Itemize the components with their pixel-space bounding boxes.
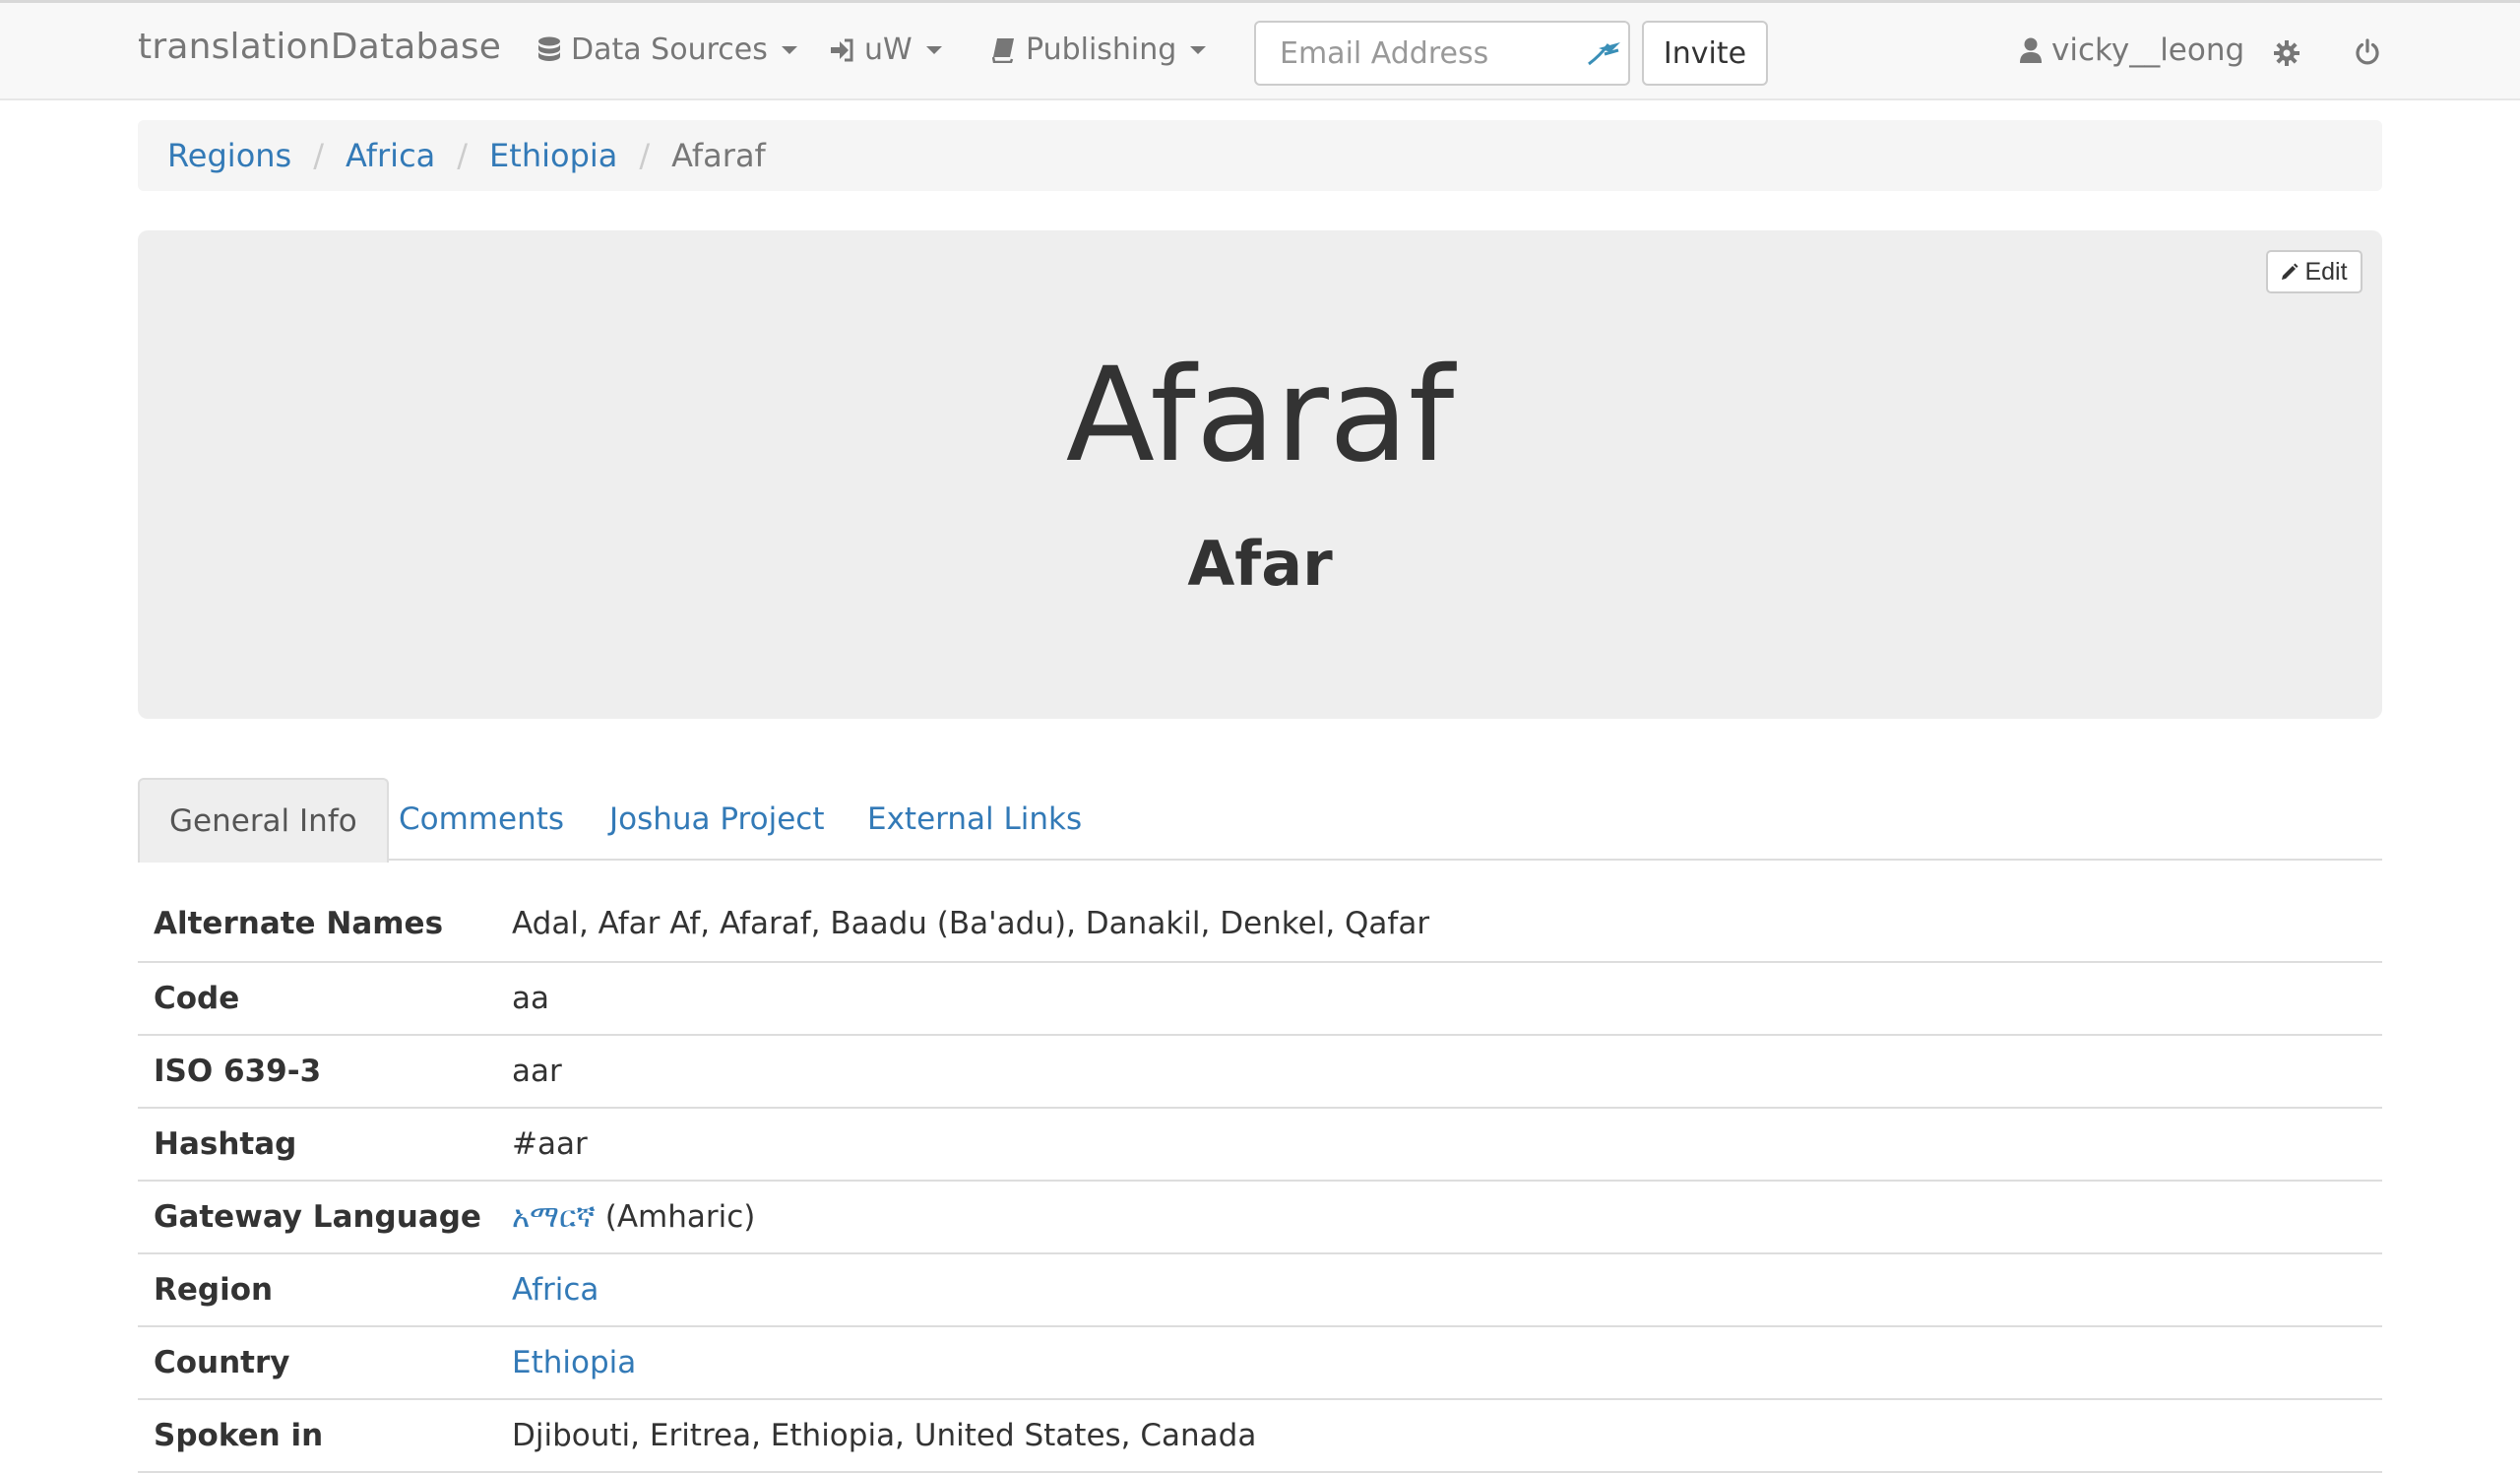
gear-icon[interactable] xyxy=(2274,40,2300,70)
table-row: Code aa xyxy=(138,962,2382,1036)
book-icon xyxy=(992,37,1016,63)
country-value: Ethiopia xyxy=(512,1326,2382,1400)
row-label: Hashtag xyxy=(138,1108,512,1182)
top-navbar: translationDatabase Data Sources uW Publ… xyxy=(0,0,2520,100)
gateway-language-link[interactable]: አማርኛ xyxy=(512,1199,596,1235)
gateway-language-value: አማርኛ (Amharic) xyxy=(512,1181,2382,1254)
pencil-icon xyxy=(2281,263,2299,281)
table-row: Region Africa xyxy=(138,1253,2382,1327)
password-manager-icon[interactable] xyxy=(1585,38,1624,72)
hashtag-value: #aar xyxy=(512,1108,2382,1182)
language-english-name: Afar xyxy=(1187,528,1333,600)
sign-in-icon xyxy=(829,38,854,62)
breadcrumb-regions[interactable]: Regions xyxy=(167,137,291,174)
table-row: Alternate Names Adal, Afar Af, Afaraf, B… xyxy=(138,886,2382,963)
breadcrumb-separator: / xyxy=(639,137,651,174)
tab-joshua-project[interactable]: Joshua Project xyxy=(609,778,824,861)
table-row: Country Ethiopia xyxy=(138,1326,2382,1400)
spoken-in-value: Djibouti, Eritrea, Ethiopia, United Stat… xyxy=(512,1399,2382,1473)
edit-label: Edit xyxy=(2304,257,2348,286)
row-label: ISO 639-3 xyxy=(138,1035,512,1109)
publishing-label: Publishing xyxy=(1026,32,1177,67)
username-label: vicky__leong xyxy=(2051,32,2245,68)
table-row: ISO 639-3 aar xyxy=(138,1035,2382,1109)
email-address-input[interactable] xyxy=(1254,21,1630,86)
general-info-table: Alternate Names Adal, Afar Af, Afaraf, B… xyxy=(138,886,2382,1473)
user-icon xyxy=(2020,37,2042,63)
chevron-down-icon xyxy=(925,45,942,54)
publishing-menu[interactable]: Publishing xyxy=(992,32,1207,67)
breadcrumb: Regions / Africa / Ethiopia / Afaraf xyxy=(138,120,2382,191)
language-name: Afaraf xyxy=(1065,340,1455,491)
row-label: Alternate Names xyxy=(138,886,512,963)
breadcrumb-separator: / xyxy=(313,137,324,174)
power-icon[interactable] xyxy=(2355,38,2380,70)
iso-639-3-value: aar xyxy=(512,1035,2382,1109)
table-row: Spoken in Djibouti, Eritrea, Ethiopia, U… xyxy=(138,1399,2382,1473)
brand-link[interactable]: translationDatabase xyxy=(138,27,501,67)
alternate-names-value: Adal, Afar Af, Afaraf, Baadu (Ba'adu), D… xyxy=(512,886,2382,963)
chevron-down-icon xyxy=(781,45,797,54)
code-value: aa xyxy=(512,962,2382,1036)
data-sources-menu[interactable]: Data Sources xyxy=(537,32,797,67)
data-sources-label: Data Sources xyxy=(571,32,768,67)
row-label: Spoken in xyxy=(138,1399,512,1473)
tab-external-links[interactable]: External Links xyxy=(867,778,1082,861)
region-value: Africa xyxy=(512,1253,2382,1327)
tab-bar: General Info Comments Joshua Project Ext… xyxy=(138,778,2382,863)
table-row: Gateway Language አማርኛ (Amharic) xyxy=(138,1181,2382,1254)
breadcrumb-ethiopia[interactable]: Ethiopia xyxy=(489,137,617,174)
language-header: Edit Afaraf Afar xyxy=(138,230,2382,719)
breadcrumb-africa[interactable]: Africa xyxy=(346,137,435,174)
database-icon xyxy=(537,36,561,64)
tab-comments[interactable]: Comments xyxy=(399,778,564,861)
uw-menu[interactable]: uW xyxy=(829,32,942,67)
table-row: Hashtag #aar xyxy=(138,1108,2382,1182)
country-link[interactable]: Ethiopia xyxy=(512,1345,636,1380)
region-link[interactable]: Africa xyxy=(512,1272,598,1308)
user-profile-link[interactable]: vicky__leong xyxy=(2020,32,2244,68)
invite-button[interactable]: Invite xyxy=(1642,21,1768,86)
gateway-language-english: (Amharic) xyxy=(595,1198,756,1235)
row-label: Code xyxy=(138,962,512,1036)
row-label: Region xyxy=(138,1253,512,1327)
uw-label: uW xyxy=(864,32,913,67)
breadcrumb-separator: / xyxy=(457,137,469,174)
row-label: Gateway Language xyxy=(138,1181,512,1254)
edit-button[interactable]: Edit xyxy=(2266,250,2362,293)
chevron-down-icon xyxy=(1190,45,1207,54)
breadcrumb-current: Afaraf xyxy=(671,137,766,174)
row-label: Country xyxy=(138,1326,512,1400)
tab-general-info[interactable]: General Info xyxy=(138,778,389,863)
